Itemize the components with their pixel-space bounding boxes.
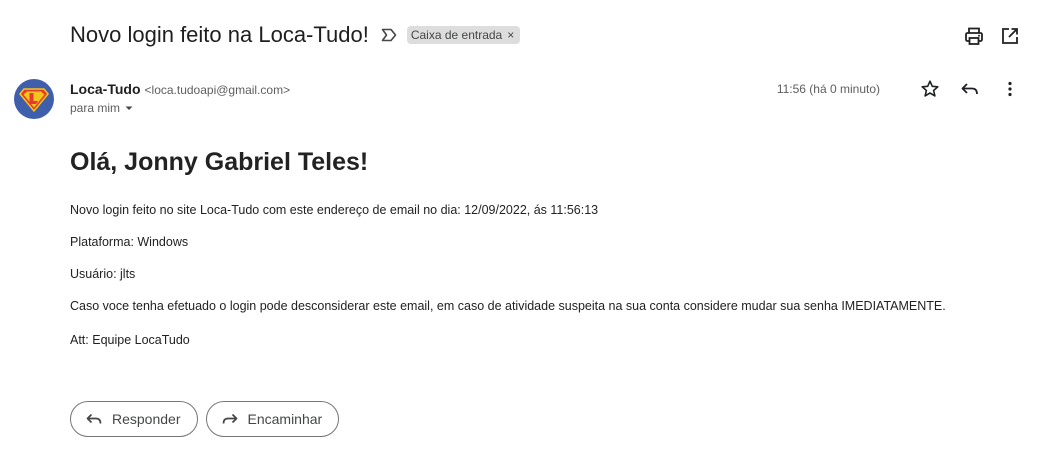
- recipient-text: para mim: [70, 101, 121, 115]
- inbox-label-text: Caixa de entrada: [410, 27, 503, 42]
- username-line: Usuário: jlts: [70, 267, 136, 281]
- reply-icon: [85, 410, 103, 428]
- caret-down-icon[interactable]: [124, 103, 134, 113]
- email-subject: Novo login feito na Loca-Tudo!: [70, 22, 369, 47]
- more-vert-icon[interactable]: [1000, 79, 1020, 99]
- login-info-line: Novo login feito no site Loca-Tudo com e…: [70, 203, 599, 217]
- subject-row: Novo login feito na Loca-Tudo! Caixa de …: [70, 22, 521, 48]
- sender-name[interactable]: Loca-Tudo: [70, 81, 141, 97]
- star-icon[interactable]: [920, 79, 940, 99]
- remove-label-button[interactable]: ×: [507, 29, 514, 41]
- sender-avatar[interactable]: [14, 79, 54, 119]
- inbox-label-chip[interactable]: Caixa de entrada ×: [406, 26, 521, 44]
- reply-button-label: Responder: [112, 411, 181, 427]
- forward-button-label: Encaminhar: [247, 411, 323, 427]
- security-notice-line: Caso voce tenha efetuado o login pode de…: [70, 299, 946, 313]
- open-in-new-icon[interactable]: [1000, 26, 1020, 46]
- reply-icon[interactable]: [960, 79, 980, 99]
- message-actions: 11:56 (há 0 minuto): [777, 79, 1020, 99]
- signature-line: Att: Equipe LocaTudo: [70, 333, 190, 347]
- print-icon[interactable]: [964, 26, 984, 46]
- message-timestamp: 11:56 (há 0 minuto): [776, 82, 880, 96]
- reply-actions: Responder Encaminhar: [70, 401, 340, 437]
- sender-email: <loca.tudoapi@gmail.com>: [144, 83, 291, 97]
- forward-button[interactable]: Encaminhar: [205, 401, 340, 437]
- thread-actions: [964, 26, 1020, 46]
- recipient-line[interactable]: para mim: [70, 101, 134, 115]
- label-important-icon[interactable]: [381, 27, 397, 43]
- email-greeting: Olá, Jonny Gabriel Teles!: [70, 148, 369, 176]
- reply-button[interactable]: Responder: [70, 401, 198, 437]
- superman-logo-icon: [19, 88, 49, 113]
- forward-icon: [221, 410, 239, 428]
- sender-line: Loca-Tudo <loca.tudoapi@gmail.com>: [70, 81, 290, 97]
- platform-line: Plataforma: Windows: [70, 235, 189, 249]
